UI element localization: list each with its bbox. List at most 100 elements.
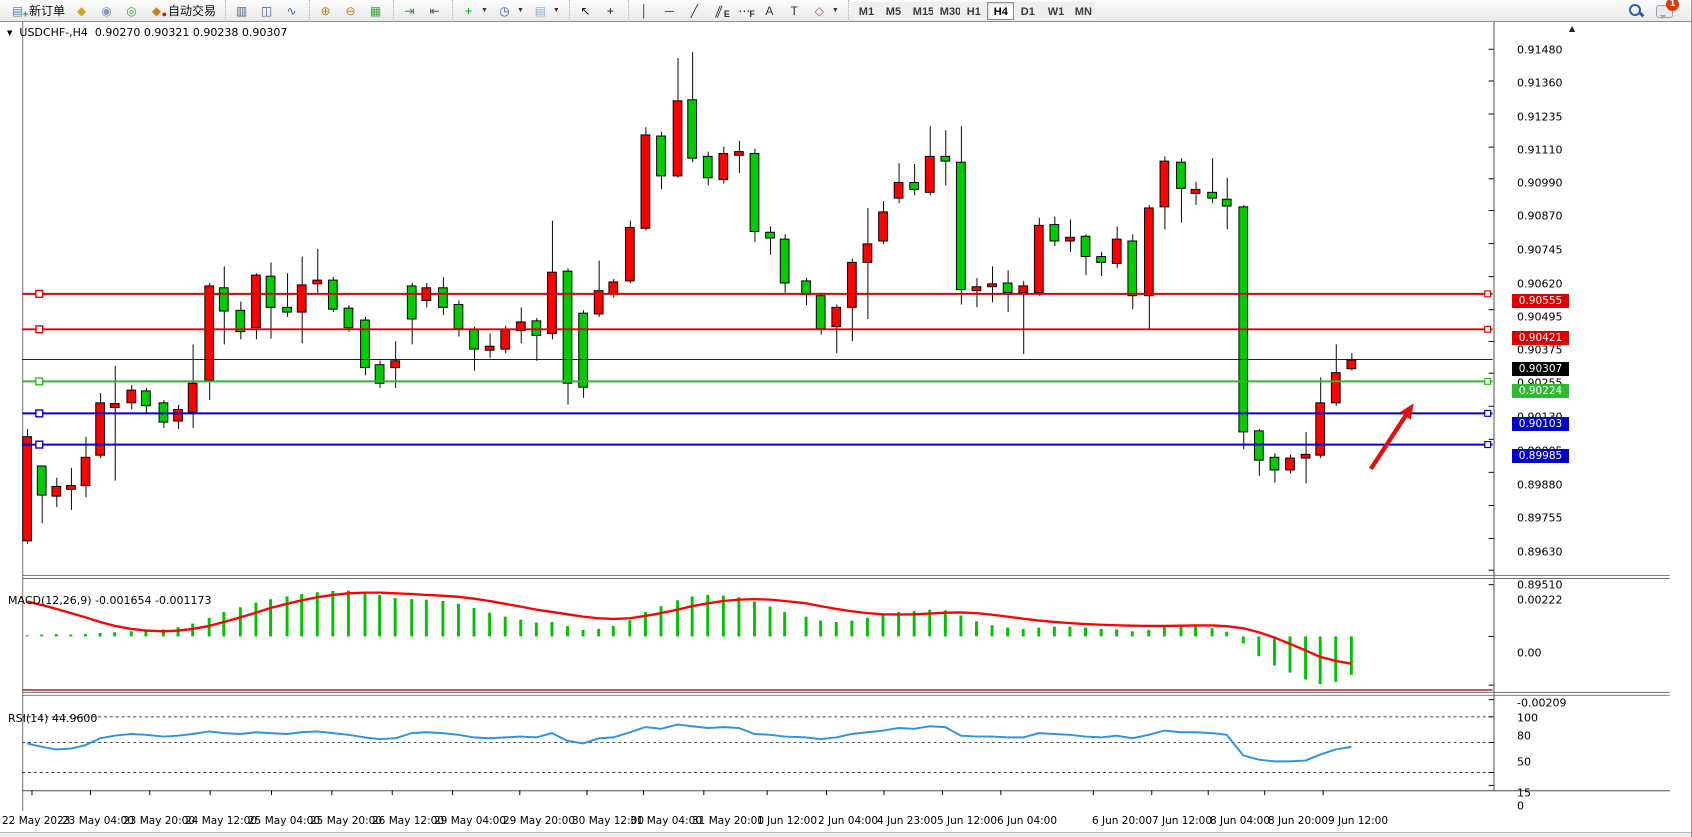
fibonacci-button[interactable]: ⋯F (732, 1, 757, 21)
market-watch-button[interactable]: ◆ (69, 1, 94, 21)
text-button[interactable]: A (757, 1, 782, 21)
hline-handle (36, 290, 43, 297)
new-order-button[interactable]: ▤+新订单 (5, 1, 69, 21)
zoom-out-button[interactable]: ⊖ (338, 1, 363, 21)
profile-button[interactable]: ◉ (94, 1, 119, 21)
candle-down (1050, 225, 1059, 241)
price-badge-0.90421: 0.90421 (1512, 331, 1569, 345)
candle-up (1301, 454, 1310, 458)
candle-down (910, 183, 919, 190)
indicators-button[interactable]: +▼ (456, 1, 492, 21)
timeframe-m15-button[interactable]: M15 (906, 2, 933, 20)
candle-down (780, 239, 789, 283)
price-axis-label: 0.90375 (1517, 344, 1563, 357)
signals-button[interactable]: ◎ (119, 1, 144, 21)
time-axis-label: 6 Jun 04:00 (997, 815, 1057, 827)
search-icon[interactable] (1628, 3, 1644, 19)
candle-up (1034, 225, 1043, 292)
price-badge-0.90307: 0.90307 (1512, 362, 1569, 376)
chart-canvas[interactable] (0, 22, 1692, 837)
candle-up (188, 383, 197, 412)
templates-button[interactable]: ▤▼ (528, 1, 564, 21)
timeframe-mn-button[interactable]: MN (1068, 2, 1095, 20)
line-chart-button[interactable]: ∿ (279, 1, 304, 21)
timeframe-h1-button[interactable]: H1 (960, 2, 987, 20)
price-axis-label: 0.90870 (1517, 209, 1563, 222)
tile-windows-button[interactable]: ▦ (363, 1, 388, 21)
candlestick-chart-button[interactable]: ◫ (254, 1, 279, 21)
chart-shift-icon: ⇤ (426, 3, 443, 19)
trend-line-button[interactable]: ╱ (682, 1, 707, 21)
trend-arrow[interactable] (1371, 415, 1406, 469)
timeframe-d1-button[interactable]: D1 (1014, 2, 1041, 20)
macd-axis-label: 0.00 (1517, 647, 1542, 660)
timeframe-m5-button[interactable]: M5 (879, 2, 906, 20)
hline-handle-right (1485, 291, 1491, 297)
cursor-button[interactable]: ↖ (573, 1, 598, 21)
price-axis-label: 0.91480 (1517, 44, 1563, 57)
chart-shift-button[interactable]: ⇤ (422, 1, 447, 21)
rsi-axis-label: 15 (1517, 786, 1531, 799)
draw-group: │─╱∥E ⋯F AT◇▼ (628, 0, 846, 22)
candle-up (735, 152, 744, 156)
candle-up (1066, 237, 1075, 241)
trade-group: ▤+新订单◆◉◎◆●自动交易 (2, 0, 223, 22)
chevron-down-icon: ▼ (481, 7, 488, 14)
auto-scroll-icon: ⇥ (401, 3, 418, 19)
candle-down (344, 308, 353, 328)
candle-up (23, 437, 32, 541)
crosshair-button[interactable]: + (598, 1, 623, 21)
horizontal-line-button[interactable]: ─ (657, 1, 682, 21)
window-footer (0, 832, 1692, 837)
candle-up (609, 282, 618, 294)
price-axis-label: 0.90745 (1517, 243, 1563, 256)
time-axis-label: 9 Jun 12:00 (1328, 815, 1388, 827)
timeframe-m1-button[interactable]: M1 (852, 2, 879, 20)
candle-up (1316, 403, 1325, 455)
candle-up (863, 244, 872, 263)
timeframe-m30-button[interactable]: M30 (933, 2, 960, 20)
channel-icon: ∥E (711, 3, 728, 19)
time-axis-label: 2 Jun 04:00 (818, 815, 878, 827)
candle-down (1222, 199, 1231, 206)
candle-down (1003, 283, 1012, 293)
candle-up (988, 284, 997, 287)
insert-group: +▼◷▼▤▼ (452, 0, 567, 22)
chart-type-group: ▥◫∿ (225, 0, 307, 22)
candle-down (816, 296, 825, 329)
channel-button[interactable]: ∥E (707, 1, 732, 21)
hline-handle-right (1485, 442, 1491, 448)
arrows-button[interactable]: ◇▼ (807, 1, 843, 21)
candle-down (470, 330, 479, 350)
candle-up (879, 212, 888, 241)
fibonacci-icon: ⋯F (736, 3, 753, 19)
toolbar: ▤+新订单◆◉◎◆●自动交易▥◫∿⊕⊖▦⇥⇤+▼◷▼▤▼↖+│─╱∥E⋯FAT◇… (0, 0, 1692, 22)
chart-symbol-period: USDCHF-,H4 (19, 26, 88, 39)
chart-menu-icon[interactable]: ▼ (7, 29, 12, 37)
candle-down (454, 304, 463, 328)
timeframe-w1-button[interactable]: W1 (1041, 2, 1068, 20)
periods-button[interactable]: ◷▼ (492, 1, 528, 21)
timeframe-h4-button[interactable]: H4 (987, 2, 1014, 20)
candle-down (563, 271, 572, 383)
candle-up (719, 153, 728, 179)
tile-windows-icon: ▦ (367, 3, 384, 19)
zoom-in-button[interactable]: ⊕ (313, 1, 338, 21)
axis-scroll-marker[interactable]: ▲ (1569, 24, 1575, 33)
bar-chart-button[interactable]: ▥ (229, 1, 254, 21)
candle-up (67, 486, 76, 490)
text-label-button[interactable]: T (782, 1, 807, 21)
candle-up (110, 404, 119, 408)
auto-scroll-button[interactable]: ⇥ (397, 1, 422, 21)
time-axis-label: 29 May 20:00 (503, 815, 575, 827)
line-chart-icon: ∿ (283, 3, 300, 19)
auto-trading-button[interactable]: ◆●自动交易 (144, 1, 220, 21)
price-axis-label: 0.89630 (1517, 546, 1563, 559)
price-axis-label: 0.90620 (1517, 277, 1563, 290)
candle-down (1177, 162, 1186, 188)
text-icon: A (761, 3, 778, 19)
chat-button[interactable]: 1 (1656, 3, 1676, 19)
price-axis-label: 0.89755 (1517, 512, 1563, 525)
candle-up (673, 101, 682, 176)
vertical-line-button[interactable]: │ (632, 1, 657, 21)
